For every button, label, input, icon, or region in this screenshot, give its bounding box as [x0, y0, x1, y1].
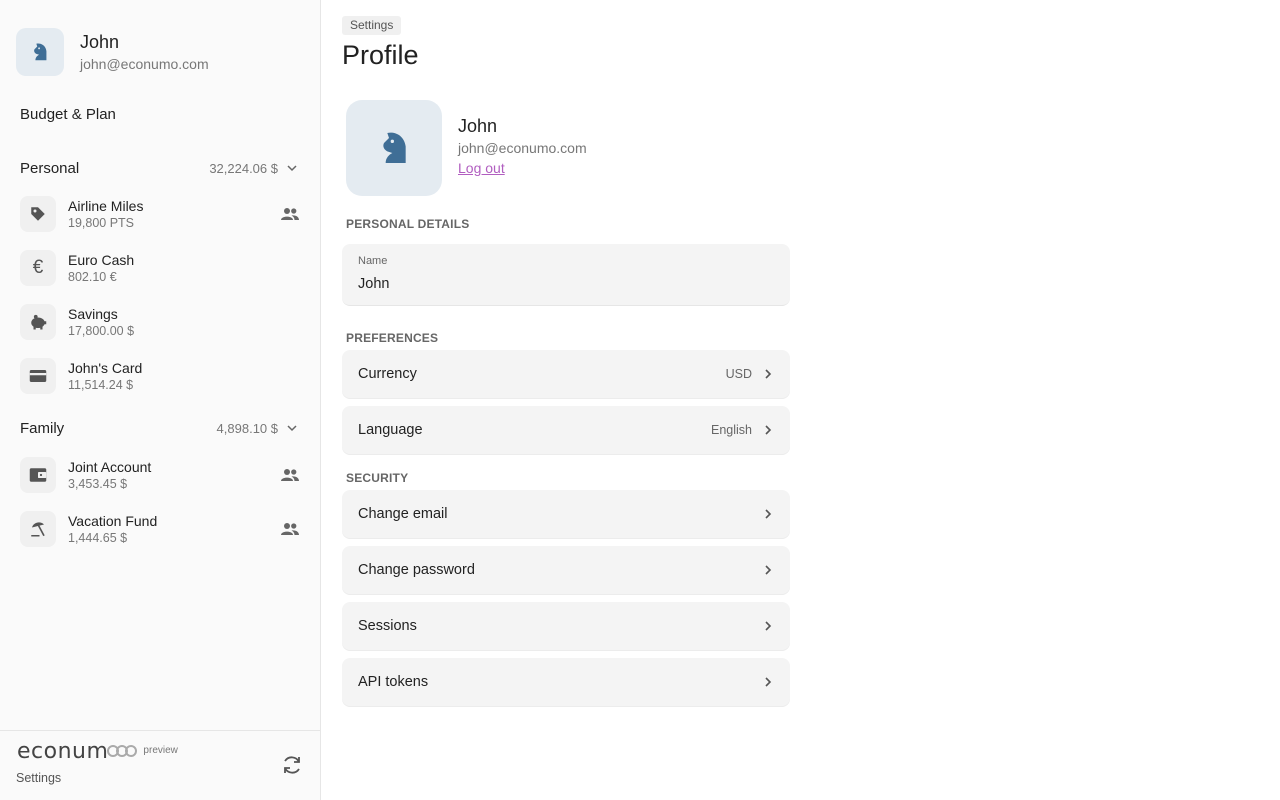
account-name: Joint Account — [68, 458, 152, 475]
chevron-right-icon — [762, 676, 774, 688]
user-email: john@econumo.com — [80, 56, 209, 72]
account-balance: 1,444.65 $ — [68, 530, 128, 545]
sync-icon[interactable] — [280, 753, 304, 777]
user-block[interactable]: John john@econumo.com — [16, 28, 209, 76]
user-name: John — [80, 32, 120, 52]
group-title: Personal — [20, 159, 80, 177]
api-tokens-row[interactable]: API tokens — [342, 658, 790, 706]
profile-name: John — [458, 116, 498, 136]
tag-icon — [20, 196, 56, 232]
account-balance: 19,800 PTS — [68, 215, 135, 230]
chevron-down-icon — [284, 420, 300, 436]
row-label: API tokens — [358, 674, 429, 690]
horse-head-icon — [34, 43, 47, 61]
logo-text: econum — [17, 739, 109, 764]
account-name: Euro Cash — [68, 251, 135, 268]
main-content: Settings Profile John john@econumo.com L… — [321, 0, 1280, 800]
breadcrumb[interactable]: Settings — [342, 16, 402, 35]
account-joint-account[interactable]: Joint Account 3,453.45 $ — [20, 453, 304, 497]
page-title: Profile — [342, 40, 419, 70]
avatar — [16, 28, 64, 76]
group-family-header[interactable]: Family 4,898.10 $ — [20, 417, 300, 439]
wallet-icon — [20, 457, 56, 493]
language-row[interactable]: Language English — [342, 406, 790, 454]
account-savings[interactable]: Savings 17,800.00 $ — [20, 300, 304, 344]
shared-users-icon — [280, 519, 300, 539]
section-security: SECURITY — [346, 471, 409, 485]
euro-icon: € — [20, 250, 56, 286]
account-airline-miles[interactable]: Airline Miles 19,800 PTS — [20, 192, 304, 236]
group-title: Family — [20, 419, 65, 437]
name-field-label: Name — [358, 255, 388, 267]
sidebar-footer: econum preview Settings — [0, 730, 320, 800]
currency-row[interactable]: Currency USD — [342, 350, 790, 398]
row-label: Sessions — [358, 618, 417, 634]
account-balance: 802.10 € — [68, 269, 117, 284]
chevron-right-icon — [762, 508, 774, 520]
shared-users-icon — [280, 465, 300, 485]
profile-email: john@econumo.com — [458, 140, 587, 156]
account-balance: 3,453.45 $ — [68, 476, 128, 491]
account-balance: 17,800.00 $ — [68, 323, 135, 338]
nav-budget-plan[interactable]: Budget & Plan — [20, 106, 116, 123]
chevron-right-icon — [762, 620, 774, 632]
change-password-row[interactable]: Change password — [342, 546, 790, 594]
account-johns-card[interactable]: John's Card 11,514.24 $ — [20, 354, 304, 398]
section-preferences: PREFERENCES — [346, 331, 439, 345]
row-value: English — [711, 423, 752, 437]
profile-card: John john@econumo.com Log out — [346, 100, 587, 196]
chevron-down-icon — [284, 160, 300, 176]
account-name: Airline Miles — [68, 197, 144, 214]
change-email-row[interactable]: Change email — [342, 490, 790, 538]
row-label: Language — [358, 422, 423, 438]
group-total: 32,224.06 $ — [209, 160, 278, 176]
group-personal-header[interactable]: Personal 32,224.06 $ — [20, 157, 300, 179]
beach-umbrella-icon — [20, 511, 56, 547]
account-balance: 11,514.24 $ — [68, 377, 134, 392]
chevron-right-icon — [762, 564, 774, 576]
avatar[interactable] — [346, 100, 442, 196]
logout-link[interactable]: Log out — [458, 158, 587, 178]
logo-rings-icon — [107, 745, 138, 757]
chevron-right-icon — [762, 368, 774, 380]
credit-card-icon — [20, 358, 56, 394]
row-value: USD — [725, 367, 752, 381]
shared-users-icon — [280, 204, 300, 224]
row-label: Change password — [358, 562, 475, 578]
app-logo: econum preview — [17, 739, 178, 764]
account-vacation-fund[interactable]: Vacation Fund 1,444.65 $ — [20, 507, 304, 551]
horse-head-icon — [383, 132, 406, 163]
preview-badge: preview — [143, 745, 178, 756]
name-field[interactable]: Name John — [342, 244, 790, 306]
sessions-row[interactable]: Sessions — [342, 602, 790, 650]
piggy-bank-icon — [20, 304, 56, 340]
sidebar: John john@econumo.com Budget & Plan Pers… — [0, 0, 321, 800]
row-label: Currency — [358, 366, 417, 382]
account-name: Savings — [68, 305, 118, 322]
chevron-right-icon — [762, 424, 774, 436]
footer-settings-link[interactable]: Settings — [16, 771, 61, 785]
group-total: 4,898.10 $ — [216, 420, 278, 436]
account-name: John's Card — [68, 359, 143, 376]
section-personal-details: PERSONAL DETAILS — [346, 217, 470, 231]
account-name: Vacation Fund — [68, 512, 158, 529]
row-label: Change email — [358, 506, 448, 522]
account-euro-cash[interactable]: € Euro Cash 802.10 € — [20, 246, 304, 290]
name-field-value[interactable]: John — [358, 276, 389, 292]
